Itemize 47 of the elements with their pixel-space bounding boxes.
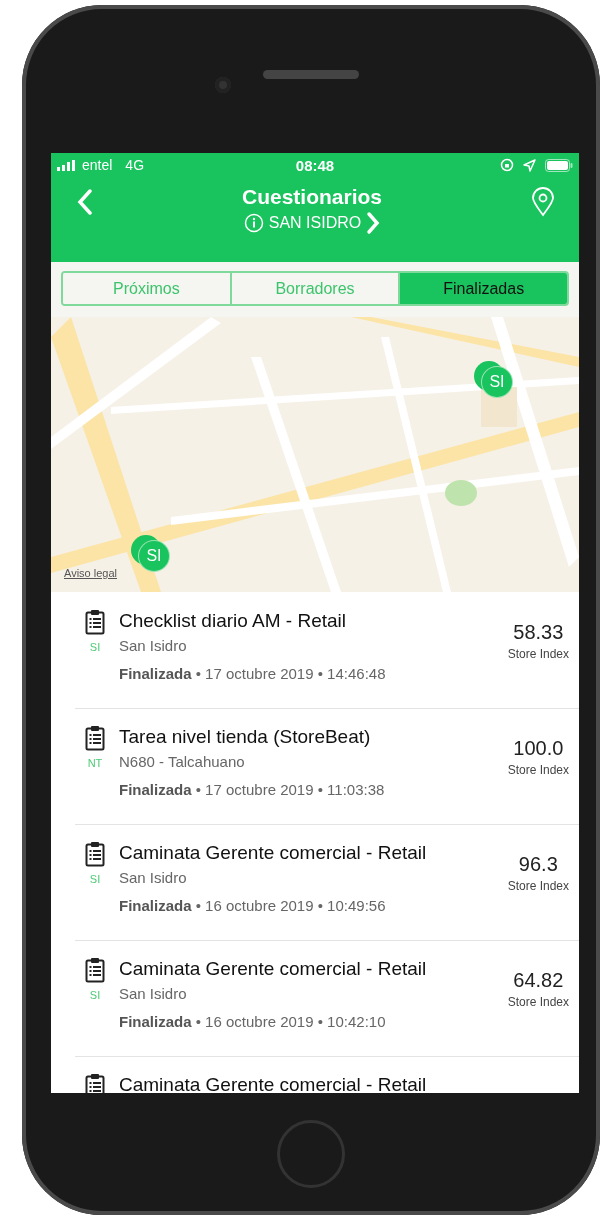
store-name: N680 - Talcahuano	[119, 753, 246, 770]
completion-info: Finalizada • 17 octubre 2019 • 14:46:48	[119, 665, 387, 682]
score-label: Store Index	[507, 647, 569, 661]
clipboard-icon	[85, 725, 105, 751]
clipboard-icon	[85, 1073, 105, 1093]
completion-info: Finalizada • 17 octubre 2019 • 11:03:38	[119, 781, 386, 798]
score-value: 64.82	[513, 969, 564, 992]
score-value: 96.3	[518, 853, 558, 876]
checklist-title: Checklist diario AM - Retail	[119, 609, 348, 633]
store-code: NT	[86, 757, 104, 769]
back-icon[interactable]	[77, 189, 93, 215]
store-link[interactable]: SAN ISIDRO	[243, 211, 381, 235]
checklist-title: Caminata Gerente comercial - Retail	[119, 957, 428, 981]
checklist-title: Caminata Gerente comercial - Retail	[119, 841, 428, 865]
map-pin-icon[interactable]	[531, 187, 555, 217]
signal-icon	[57, 159, 77, 171]
screen-title: Cuestionarios	[242, 185, 382, 209]
score-label: Store Index	[507, 995, 569, 1009]
carrier-name: entel	[82, 157, 113, 173]
home-button[interactable]	[277, 1120, 345, 1188]
score-value: 100.0	[513, 737, 564, 760]
info-icon	[243, 213, 264, 233]
location-arrow-icon	[523, 158, 536, 172]
battery-icon	[545, 158, 573, 172]
clock-time: 08:48	[295, 156, 335, 174]
score-label: Store Index	[507, 879, 569, 893]
store-name: San Isidro	[119, 637, 188, 654]
legal-link[interactable]: Aviso legal	[64, 567, 117, 579]
completion-info: Finalizada • 16 octubre 2019 • 10:42:10	[119, 1013, 387, 1030]
score-value: 58.33	[513, 621, 564, 644]
chevron-right-icon	[366, 211, 381, 235]
store-name: San Isidro	[119, 985, 188, 1002]
rotation-lock-icon	[500, 158, 514, 172]
score-label: Store Index	[507, 763, 569, 777]
clipboard-icon	[85, 957, 105, 983]
clipboard-icon	[85, 609, 105, 635]
completion-info: Finalizada • 16 octubre 2019 • 10:49:56	[119, 897, 387, 914]
checklist-title: Caminata Gerente comercial - Retail	[119, 1073, 428, 1093]
store-code: SI	[88, 641, 102, 653]
checklist-title: Tarea nivel tienda (StoreBeat)	[119, 725, 372, 749]
camera-icon	[215, 77, 231, 93]
store-name: San Isidro	[119, 869, 188, 886]
segment-tab[interactable]: Finalizadas	[398, 273, 567, 304]
store-code: SI	[88, 989, 102, 1001]
clipboard-icon	[85, 841, 105, 867]
network-type: 4G	[125, 157, 145, 173]
store-code: SI	[88, 873, 102, 885]
